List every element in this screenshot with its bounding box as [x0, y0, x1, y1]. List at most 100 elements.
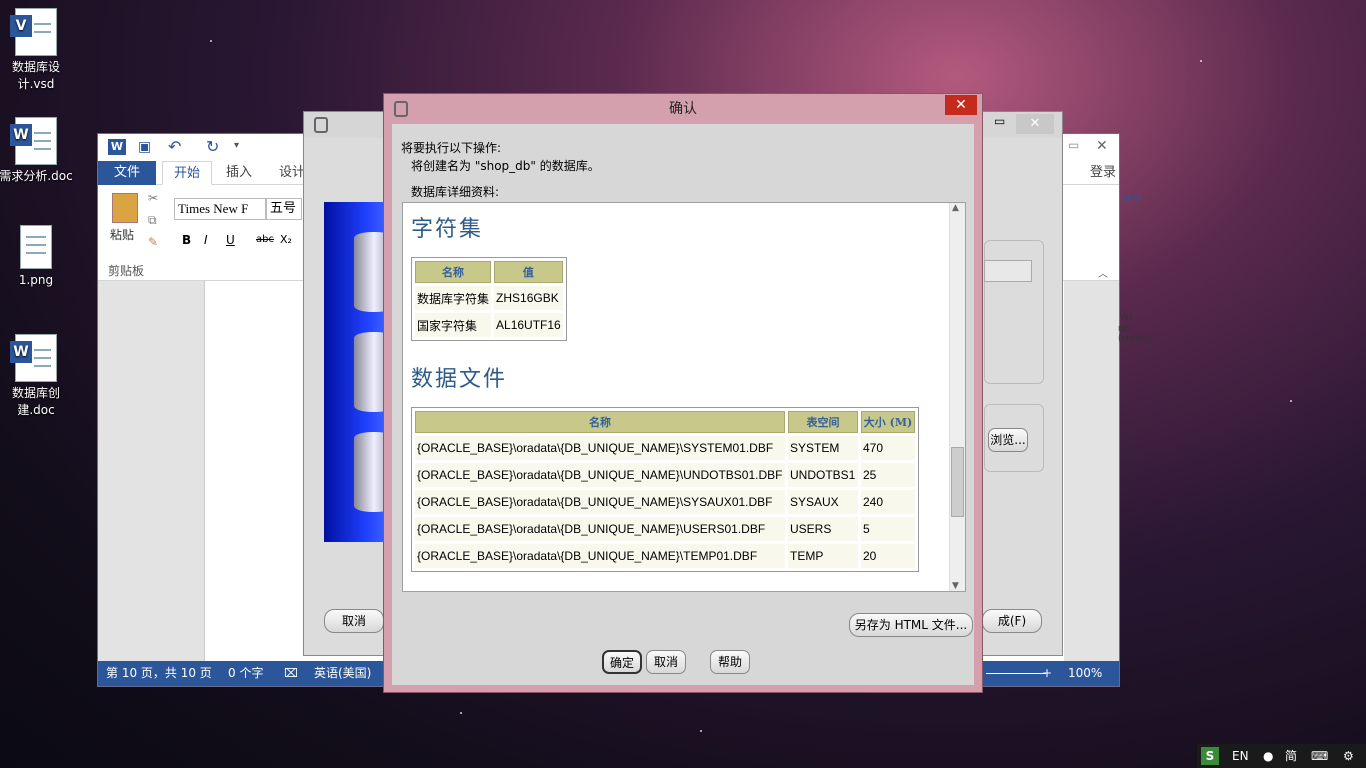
side-text: EEST: [1122, 195, 1143, 204]
zoom-in-icon[interactable]: +: [1042, 661, 1052, 686]
desktop-icon-label: 数据库创建.doc: [11, 386, 60, 417]
desktop-icon-label: 数据库设计.vsd: [11, 60, 60, 91]
redo-icon[interactable]: ↻: [206, 137, 219, 156]
strikethrough-button[interactable]: abc: [256, 234, 274, 245]
column-header: 名称: [415, 261, 492, 283]
collapse-ribbon-icon[interactable]: ︿: [1098, 265, 1108, 280]
table-row: 数据库字符集 ZHS16GBK: [415, 286, 563, 310]
table-cell: 国家字符集: [415, 313, 492, 337]
browse-button[interactable]: 浏览...: [988, 428, 1028, 452]
scroll-up-icon[interactable]: ▲: [952, 203, 959, 213]
language-indicator[interactable]: EN: [1232, 744, 1249, 768]
side-text: nb (steady): [1118, 324, 1156, 344]
keyboard-icon[interactable]: ⌨: [1311, 744, 1328, 768]
tab-home[interactable]: 开始: [162, 161, 212, 185]
tab-file[interactable]: 文件: [98, 161, 156, 185]
subscript-button[interactable]: X₂: [280, 233, 292, 246]
paste-label[interactable]: 粘贴: [110, 226, 134, 243]
scroll-down-icon[interactable]: ▼: [952, 581, 959, 591]
clipboard-label: 剪贴板: [108, 264, 145, 278]
table-cell: 25: [861, 463, 915, 487]
details-label: 数据库详细资料:: [411, 185, 500, 199]
close-button[interactable]: ✕: [945, 95, 977, 115]
close-icon[interactable]: ✕: [1016, 114, 1054, 134]
font-name-value: Times New F: [178, 201, 249, 216]
format-painter-icon[interactable]: ✎: [148, 235, 158, 249]
tab-insert[interactable]: 插入: [218, 161, 260, 185]
language[interactable]: 英语(美国): [314, 661, 371, 686]
help-button[interactable]: 帮助: [710, 650, 750, 674]
datafiles-table: 名称 表空间 大小 (M) {ORACLE_BASE}\oradata\{DB_…: [411, 407, 919, 572]
column-header: 值: [494, 261, 563, 283]
table-row: {ORACLE_BASE}\oradata\{DB_UNIQUE_NAME}\U…: [415, 517, 915, 541]
proofing-icon[interactable]: ⌧: [284, 661, 298, 686]
scroll-thumb[interactable]: [951, 447, 964, 517]
installer-finish-button[interactable]: 成(F): [982, 609, 1042, 633]
system-tray: S EN ● 简 ⌨ ⚙: [1197, 744, 1366, 768]
table-cell: 240: [861, 490, 915, 514]
visio-file-icon: V: [10, 8, 57, 56]
table-cell: TEMP: [788, 544, 858, 568]
font-size-box[interactable]: 五号: [266, 198, 302, 220]
save-icon[interactable]: ▣: [138, 139, 151, 155]
table-cell: SYSAUX: [788, 490, 858, 514]
customize-icon[interactable]: ▾: [234, 140, 239, 151]
vertical-scrollbar[interactable]: ▲ ▼: [949, 203, 965, 591]
ime-indicator[interactable]: 简: [1285, 744, 1297, 768]
table-header-row: 名称 值: [415, 261, 563, 283]
charset-table: 名称 值 数据库字符集 ZHS16GBK 国家字符集 AL16UTF16: [411, 257, 567, 341]
table-cell: SYSTEM: [788, 436, 858, 460]
desktop-icon-label: 需求分析.doc: [0, 169, 73, 183]
maximize-icon[interactable]: ▭: [994, 114, 1005, 128]
app-icon: [394, 101, 408, 117]
italic-button[interactable]: I: [204, 233, 208, 247]
zoom-slider[interactable]: [986, 673, 1046, 674]
word-count[interactable]: 0 个字: [228, 661, 263, 686]
table-row: {ORACLE_BASE}\oradata\{DB_UNIQUE_NAME}\S…: [415, 490, 915, 514]
ok-button[interactable]: 确定: [602, 650, 642, 674]
login-link[interactable]: 登录: [1088, 161, 1118, 185]
settings-icon[interactable]: ⚙: [1343, 744, 1354, 768]
cancel-button[interactable]: 取消: [646, 650, 686, 674]
save-as-html-button[interactable]: 另存为 HTML 文件...: [849, 613, 973, 637]
charset-heading: 字符集: [411, 217, 484, 242]
paste-icon[interactable]: [112, 193, 138, 223]
word-logo-icon: W: [108, 139, 126, 155]
table-cell: 5: [861, 517, 915, 541]
ime-mode-icon[interactable]: ●: [1263, 744, 1273, 768]
column-header: 大小 (M): [861, 411, 915, 433]
table-cell: USERS: [788, 517, 858, 541]
table-cell: UNDOTBS1: [788, 463, 858, 487]
close-icon[interactable]: ✕: [1096, 138, 1108, 154]
table-row: 国家字符集 AL16UTF16: [415, 313, 563, 337]
restore-icon[interactable]: ▭: [1068, 138, 1079, 152]
font-size-value: 五号: [270, 201, 297, 216]
side-text: W): [1120, 313, 1133, 323]
page-count[interactable]: 第 10 页，共 10 页: [106, 661, 212, 686]
copy-icon[interactable]: ⧉: [148, 213, 157, 228]
word-file-icon: W: [10, 334, 57, 382]
dialog-body: 将要执行以下操作: 将创建名为 "shop_db" 的数据库。 数据库详细资料:…: [392, 124, 974, 685]
desktop-icon-requirements[interactable]: W 需求分析.doc: [0, 117, 76, 185]
s-app-icon[interactable]: S: [1201, 747, 1219, 765]
underline-button[interactable]: U: [226, 233, 235, 247]
desktop-icon-label: 1.png: [18, 273, 54, 287]
desktop-icon-png[interactable]: 1.png: [0, 225, 76, 289]
desktop-icon-vsd[interactable]: V 数据库设计.vsd: [0, 8, 76, 93]
table-cell: 470: [861, 436, 915, 460]
table-header-row: 名称 表空间 大小 (M): [415, 411, 915, 433]
confirm-dialog: 确认 ✕ 将要执行以下操作: 将创建名为 "shop_db" 的数据库。 数据库…: [383, 93, 983, 693]
font-name-box[interactable]: Times New F: [174, 198, 266, 220]
cut-icon[interactable]: ✂: [148, 191, 158, 205]
table-cell: {ORACLE_BASE}\oradata\{DB_UNIQUE_NAME}\U…: [415, 463, 785, 487]
create-message: 将创建名为 "shop_db" 的数据库。: [411, 159, 600, 173]
installer-cancel-button[interactable]: 取消: [324, 609, 384, 633]
desktop-icon-dbcreate[interactable]: W 数据库创建.doc: [0, 334, 76, 419]
details-pane[interactable]: 字符集 名称 值 数据库字符集 ZHS16GBK 国家字符集 AL16UTF16…: [402, 202, 966, 592]
zoom-level[interactable]: 100%: [1068, 661, 1102, 686]
app-icon: [314, 117, 328, 133]
right-panel-field: [984, 260, 1032, 282]
table-cell: {ORACLE_BASE}\oradata\{DB_UNIQUE_NAME}\T…: [415, 544, 785, 568]
undo-icon[interactable]: ↶: [168, 137, 181, 156]
bold-button[interactable]: B: [182, 233, 191, 247]
